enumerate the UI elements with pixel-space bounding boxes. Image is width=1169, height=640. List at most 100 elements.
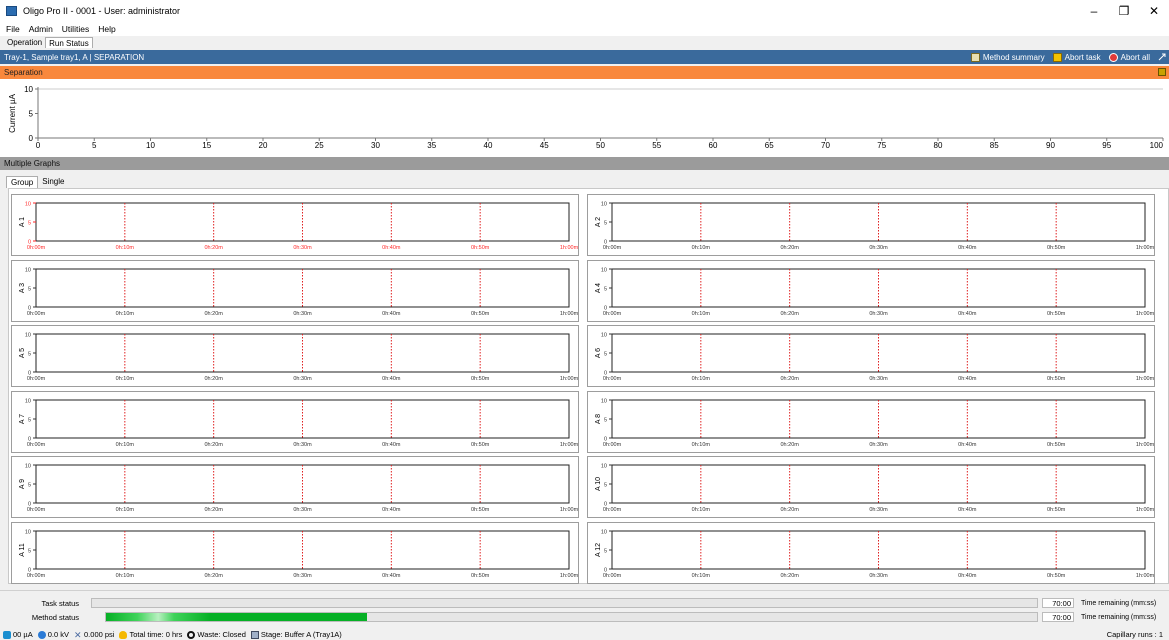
graph-x-tick-label: 0h:00m [603, 507, 622, 513]
task-status-label: Task status [41, 598, 79, 608]
graph-y-tick-label: 5 [604, 352, 607, 358]
graph-card[interactable]: A 2 10 5 0 0h:00m 0h:10m 0h:20m 0h:30m 0h:40m 0h:… [587, 194, 1155, 256]
task-time-label: Time remaining (mm:ss) [1081, 599, 1157, 607]
graph-label: A 10 [595, 477, 602, 491]
graph-y-tick-label: 10 [601, 464, 607, 470]
graph-x-tick-label: 0h:40m [382, 311, 401, 317]
tab-group[interactable]: Group [6, 176, 39, 188]
graph-card[interactable]: A 4 10 5 0 0h:00m 0h:10m 0h:20m 0h:30m 0h:40m 0h:… [587, 259, 1155, 322]
abort-task-button[interactable]: Abort task [1052, 52, 1101, 62]
graph-x-tick-label: 0h:20m [204, 442, 223, 448]
separation-x-tick-label: 60 [709, 141, 718, 150]
graph-y-tick-label: 5 [604, 221, 607, 227]
pin-icon[interactable] [1158, 53, 1166, 61]
graph-x-tick-label: 0h:40m [382, 245, 401, 251]
graph-y-tick-label: 5 [604, 417, 607, 423]
graph-card[interactable]: A 9 10 5 0 0h:00m 0h:10m 0h:20m 0h:30m 0h:40m 0h:… [11, 456, 579, 518]
graph-card[interactable]: A 11 10 5 0 0h:00m 0h:10m 0h:20m 0h:30m 0h:40m 0h… [11, 521, 579, 584]
status-bar: 00 µA 0.0 kV ✕ 0.000 psi Total time: 0 h… [0, 629, 1169, 640]
graph-x-tick-label: 0h:20m [204, 573, 223, 579]
graph-label: A 9 [19, 479, 26, 489]
graph-y-tick-label: 10 [25, 202, 31, 208]
graph-x-tick-label: 0h:50m [1047, 573, 1066, 579]
graph-y-tick-label: 10 [601, 333, 607, 339]
graph-x-tick-label: 0h:40m [958, 376, 977, 382]
graph-x-tick-label: 0h:50m [471, 376, 490, 382]
graph-x-tick-label: 0h:40m [382, 573, 401, 579]
graph-y-tick-label: 5 [604, 286, 607, 292]
graph-card[interactable]: A 6 10 5 0 0h:00m 0h:10m 0h:20m 0h:30m 0h:40m 0h:… [587, 325, 1155, 387]
stop-icon [1108, 52, 1118, 62]
menu-utilities[interactable]: Utilities [62, 24, 89, 34]
graph-chart: A 510500h:00m 0h:10m 0h:20m 0h:30m 0h:40m 0h:… [19, 333, 579, 383]
graph-chart: A 610500h:00m 0h:10m 0h:20m 0h:30m 0h:40m 0h:… [595, 333, 1155, 383]
separation-y-tick-label: 10 [24, 85, 33, 94]
graph-card[interactable]: A 3 10 5 0 0h:00m 0h:10m 0h:20m 0h:30m 0h:40m 0h:… [11, 259, 579, 322]
separation-x-tick-label: 20 [259, 141, 268, 150]
menu-file[interactable]: File [6, 24, 20, 34]
total-time-readout: Total time: 0 hrs [119, 630, 182, 639]
method-summary-button[interactable]: Method summary [970, 52, 1045, 62]
graph-x-tick-label: 0h:30m [869, 311, 888, 317]
graph-x-tick-label: 0h:20m [204, 311, 223, 317]
graph-x-tick-label: 0h:30m [869, 573, 888, 579]
tab-run-status[interactable]: Run Status [45, 37, 93, 48]
graph-subtabs: Group Single [6, 176, 68, 188]
run-header-bar: Tray-1, Sample tray1, A | SEPARATION Met… [0, 50, 1169, 64]
graph-label: A 8 [595, 413, 602, 423]
pressure-readout: ✕ 0.000 psi [74, 629, 115, 640]
current-icon [3, 630, 11, 639]
graph-y-tick-label: 10 [601, 202, 607, 208]
graph-y-tick-label: 10 [601, 529, 607, 535]
graph-y-tick-label: 5 [28, 483, 31, 489]
graph-x-tick-label: 0h:40m [958, 573, 977, 579]
method-time-field: 70:00 [1042, 612, 1074, 622]
graph-x-tick-label: 0h:10m [692, 442, 711, 448]
graph-x-tick-label: 0h:30m [293, 311, 312, 317]
graph-card[interactable]: A 1 10 5 0 0h:00m 0h:10m 0h:20m 0h:30m 0h:40m 0h:… [11, 194, 579, 256]
graph-x-tick-label: 0h:50m [471, 442, 490, 448]
menu-admin[interactable]: Admin [29, 24, 53, 34]
stage-readout: Stage: Buffer A (Tray1A) [250, 630, 342, 639]
graph-card[interactable]: A 8 10 5 0 0h:00m 0h:10m 0h:20m 0h:30m 0h:40m 0h:… [587, 390, 1155, 453]
graph-x-tick-label: 1h:00m [1136, 311, 1154, 317]
graph-chart: A 1010500h:00m 0h:10m 0h:20m 0h:30m 0h:40m 0h… [595, 464, 1155, 514]
graph-card[interactable]: A 7 10 5 0 0h:00m 0h:10m 0h:20m 0h:30m 0h:40m 0h:… [11, 390, 579, 453]
tab-operation[interactable]: Operation [4, 37, 45, 48]
minimize-button[interactable]: – [1079, 0, 1109, 22]
multiple-graphs-title: Multiple Graphs [4, 159, 61, 168]
graph-card[interactable]: A 10 10 5 0 0h:00m 0h:10m 0h:20m 0h:30m 0h:40m 0h… [587, 456, 1155, 518]
close-button[interactable]: ✕ [1139, 0, 1169, 22]
separation-x-tick-label: 0 [36, 141, 41, 150]
method-status-row: Method status 70:00 Time remaining (mm:s… [0, 611, 1169, 623]
run-location-text: Tray-1, Sample tray1, A | SEPARATION [4, 52, 145, 62]
method-time-label: Time remaining (mm:ss) [1081, 613, 1157, 621]
separation-x-tick-label: 50 [596, 141, 605, 150]
graph-y-tick-label: 5 [28, 352, 31, 358]
graph-chart: A 810500h:00m 0h:10m 0h:20m 0h:30m 0h:40m 0h:… [595, 398, 1155, 448]
current-readout: 00 µA [3, 630, 33, 639]
graph-x-tick-label: 1h:00m [560, 442, 578, 448]
waste-icon [187, 630, 196, 639]
tab-single[interactable]: Single [38, 176, 68, 188]
graph-x-tick-label: 0h:40m [958, 507, 977, 513]
graph-x-tick-label: 1h:00m [560, 573, 578, 579]
graph-x-tick-label: 0h:00m [27, 507, 46, 513]
graph-label: A 1 [19, 217, 26, 227]
graph-card[interactable]: A 12 10 5 0 0h:00m 0h:10m 0h:20m 0h:30m 0h:40m 0h… [587, 521, 1155, 584]
menu-help[interactable]: Help [98, 24, 115, 34]
graph-x-tick-label: 0h:30m [869, 507, 888, 513]
task-status-row: Task status 70:00 Time remaining (mm:ss) [0, 597, 1169, 609]
graph-x-tick-label: 0h:50m [471, 245, 490, 251]
graph-y-tick-label: 10 [601, 267, 607, 273]
graph-card[interactable]: A 5 10 5 0 0h:00m 0h:10m 0h:20m 0h:30m 0h:40m 0h:… [11, 325, 579, 387]
separation-x-tick-label: 55 [652, 141, 661, 150]
restore-button[interactable]: ❐ [1109, 0, 1139, 22]
abort-all-button[interactable]: Abort all [1108, 52, 1150, 62]
graph-x-tick-label: 0h:20m [780, 376, 799, 382]
print-icon[interactable] [1158, 68, 1166, 76]
abort-task-icon [1052, 52, 1062, 62]
graph-x-tick-label: 0h:00m [27, 442, 46, 448]
separation-y-tick-label: 0 [29, 134, 34, 143]
graph-x-tick-label: 1h:00m [560, 245, 578, 251]
